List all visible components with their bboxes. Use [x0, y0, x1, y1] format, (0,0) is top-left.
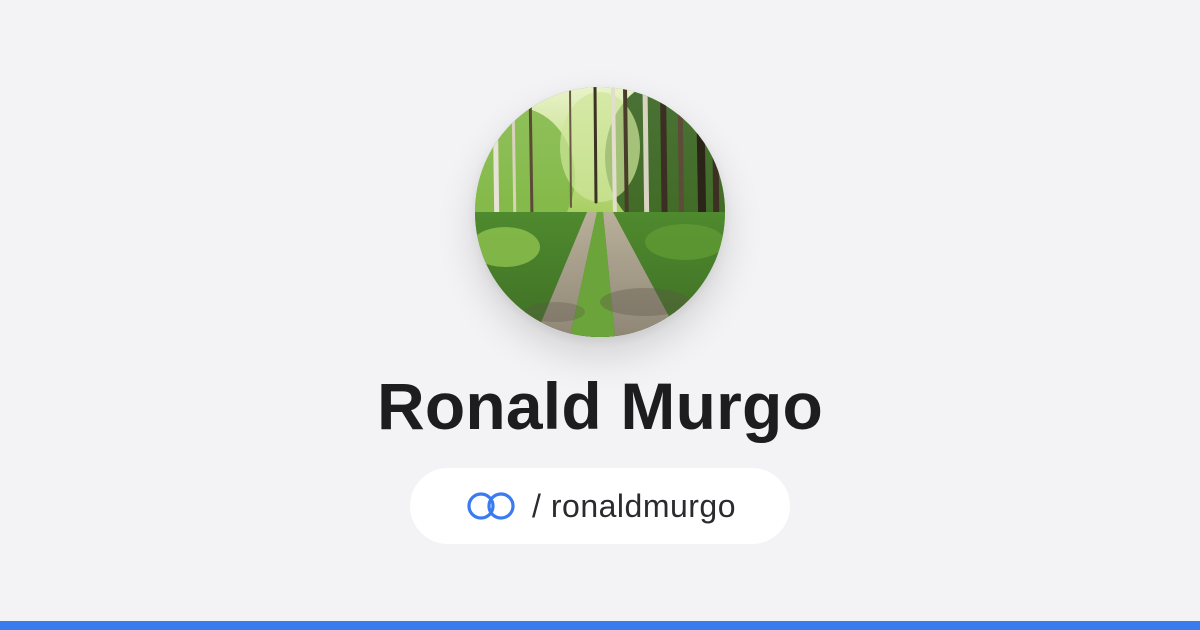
profile-handle: ronaldmurgo [550, 488, 737, 524]
handle-row: / ronaldmurgo [532, 490, 736, 522]
handle-separator: / [531, 488, 541, 524]
linked-rings-icon [464, 490, 518, 522]
profile-handle-pill[interactable]: / ronaldmurgo [410, 468, 790, 544]
avatar-photo [475, 87, 725, 337]
profile-name: Ronald Murgo [377, 369, 823, 443]
profile-avatar [475, 87, 725, 337]
bottom-accent-bar [0, 621, 1200, 630]
